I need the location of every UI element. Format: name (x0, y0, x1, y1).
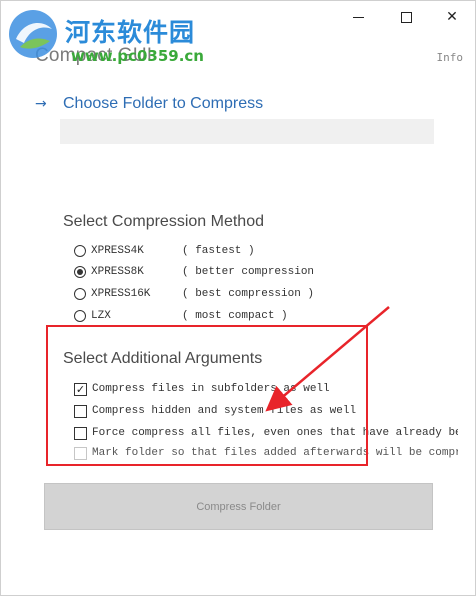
app-window: ✕ Compact GUI Info 河东软件园 www.pc0359.cn →… (0, 0, 476, 596)
compress-folder-button[interactable]: Compress Folder (44, 483, 433, 530)
annotation-highlight-box (46, 325, 368, 466)
